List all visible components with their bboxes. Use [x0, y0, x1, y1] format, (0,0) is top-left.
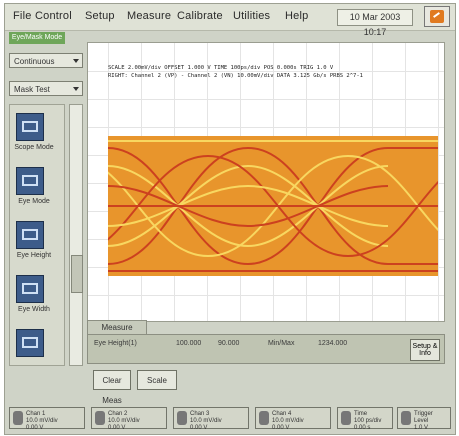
menu-item-utilities[interactable]: Utilities [233, 10, 270, 22]
measure-select-value: Mask Test [14, 85, 50, 94]
tool-label: Eye Mode [18, 198, 50, 205]
scope-icon[interactable] [16, 113, 44, 141]
channel-3-button[interactable]: Chan 3 10.0 mV/div 0.00 V [173, 407, 249, 431]
knob-icon [95, 411, 105, 425]
channel-label: Chan 1 10.0 mV/div 0.00 V [26, 411, 58, 431]
measure-value: Min/Max [268, 340, 295, 347]
mode-tab[interactable]: Eye/Mask Mode [9, 32, 65, 44]
knob-icon [259, 411, 269, 425]
channel-label: Trigger Level 1.0 V [414, 411, 433, 431]
channel-info-line: RIGHT: Channel 2 (VP) - Channel 2 (VN) 1… [108, 73, 363, 79]
grid-line [88, 127, 444, 128]
help-button[interactable] [424, 6, 450, 27]
knob-icon [341, 411, 351, 425]
knob-icon [177, 411, 187, 425]
measure-select[interactable]: Mask Test [9, 81, 83, 96]
channel-label: Chan 3 10.0 mV/div 0.00 V [190, 411, 222, 431]
menu-item-control[interactable]: Control [35, 10, 72, 22]
channel-4-button[interactable]: Chan 4 10.0 mV/div 0.00 V [255, 407, 331, 431]
clear-meas-button[interactable]: Clear Meas [93, 370, 131, 405]
scale-info-line: SCALE 2.00mV/div OFFSET 1.000 V TIME 100… [108, 65, 334, 71]
knob-icon [401, 411, 411, 425]
scroll-thumb[interactable] [71, 255, 83, 293]
measure-value: 100.000 [176, 340, 202, 347]
measure-row-label: Eye Height(1) [94, 340, 137, 347]
measure-value: 90.000 [218, 340, 240, 347]
measure-value: 1234.000 [318, 340, 348, 347]
channel-2-button[interactable]: Chan 2 10.0 mV/div 0.00 V [91, 407, 167, 431]
menu-item-calibrate[interactable]: Calibrate [177, 10, 223, 22]
oscilloscope-window: File Control Setup Measure Calibrate Uti… [4, 3, 456, 435]
trigger-button[interactable]: Trigger Level 1.0 V [397, 407, 451, 431]
knob-icon [13, 411, 23, 425]
channel-label: Time 100 ps/div 0.00 s [354, 411, 382, 431]
channel-1-button[interactable]: Chan 1 10.0 mV/div 0.00 V [9, 407, 85, 431]
menu-bar: File Control Setup Measure Calibrate Uti… [5, 4, 455, 37]
time-button[interactable]: Time 100 ps/div 0.00 s [337, 407, 393, 431]
menu-item-file[interactable]: File [13, 10, 32, 22]
measure-icon[interactable] [16, 329, 44, 357]
eye-diagram [108, 136, 438, 276]
grid-line [438, 43, 439, 321]
channel-label: Chan 4 10.0 mV/div 0.00 V [272, 411, 304, 431]
chevron-down-icon [73, 87, 79, 91]
menu-item-setup[interactable]: Setup [85, 10, 115, 22]
setup-info-button[interactable]: Setup & Info [410, 339, 440, 361]
measure-icon[interactable] [16, 221, 44, 249]
datetime-display: 10 Mar 2003 10:17 [337, 9, 413, 37]
grid-line [88, 71, 444, 72]
toolbox-panel: Scope Mode Eye Mode Eye Height Eye Width [9, 104, 65, 366]
scale-button[interactable]: Scale [137, 370, 177, 390]
channel-label: Chan 2 10.0 mV/div 0.00 V [108, 411, 140, 431]
grid-line [88, 99, 444, 100]
toolbox-scrollbar[interactable] [69, 104, 83, 366]
eye-diagram-traces [108, 140, 438, 272]
menu-item-help[interactable]: Help [285, 10, 308, 22]
eye-icon[interactable] [16, 167, 44, 195]
acquisition-select-value: Continuous [14, 57, 55, 66]
tool-label: Eye Width [18, 306, 50, 313]
menu-item-measure[interactable]: Measure [127, 10, 171, 22]
grid-line [88, 295, 444, 296]
chevron-down-icon [73, 59, 79, 63]
tool-label: Scope Mode [14, 144, 54, 151]
tool-label: Eye Height [16, 252, 52, 259]
measure-icon[interactable] [16, 275, 44, 303]
acquisition-select[interactable]: Continuous [9, 53, 83, 68]
help-arrow-icon [430, 10, 444, 23]
measure-panel: Eye Height(1) 100.000 90.000 Min/Max 123… [87, 334, 445, 364]
waveform-display[interactable]: SCALE 2.00mV/div OFFSET 1.000 V TIME 100… [87, 42, 445, 322]
